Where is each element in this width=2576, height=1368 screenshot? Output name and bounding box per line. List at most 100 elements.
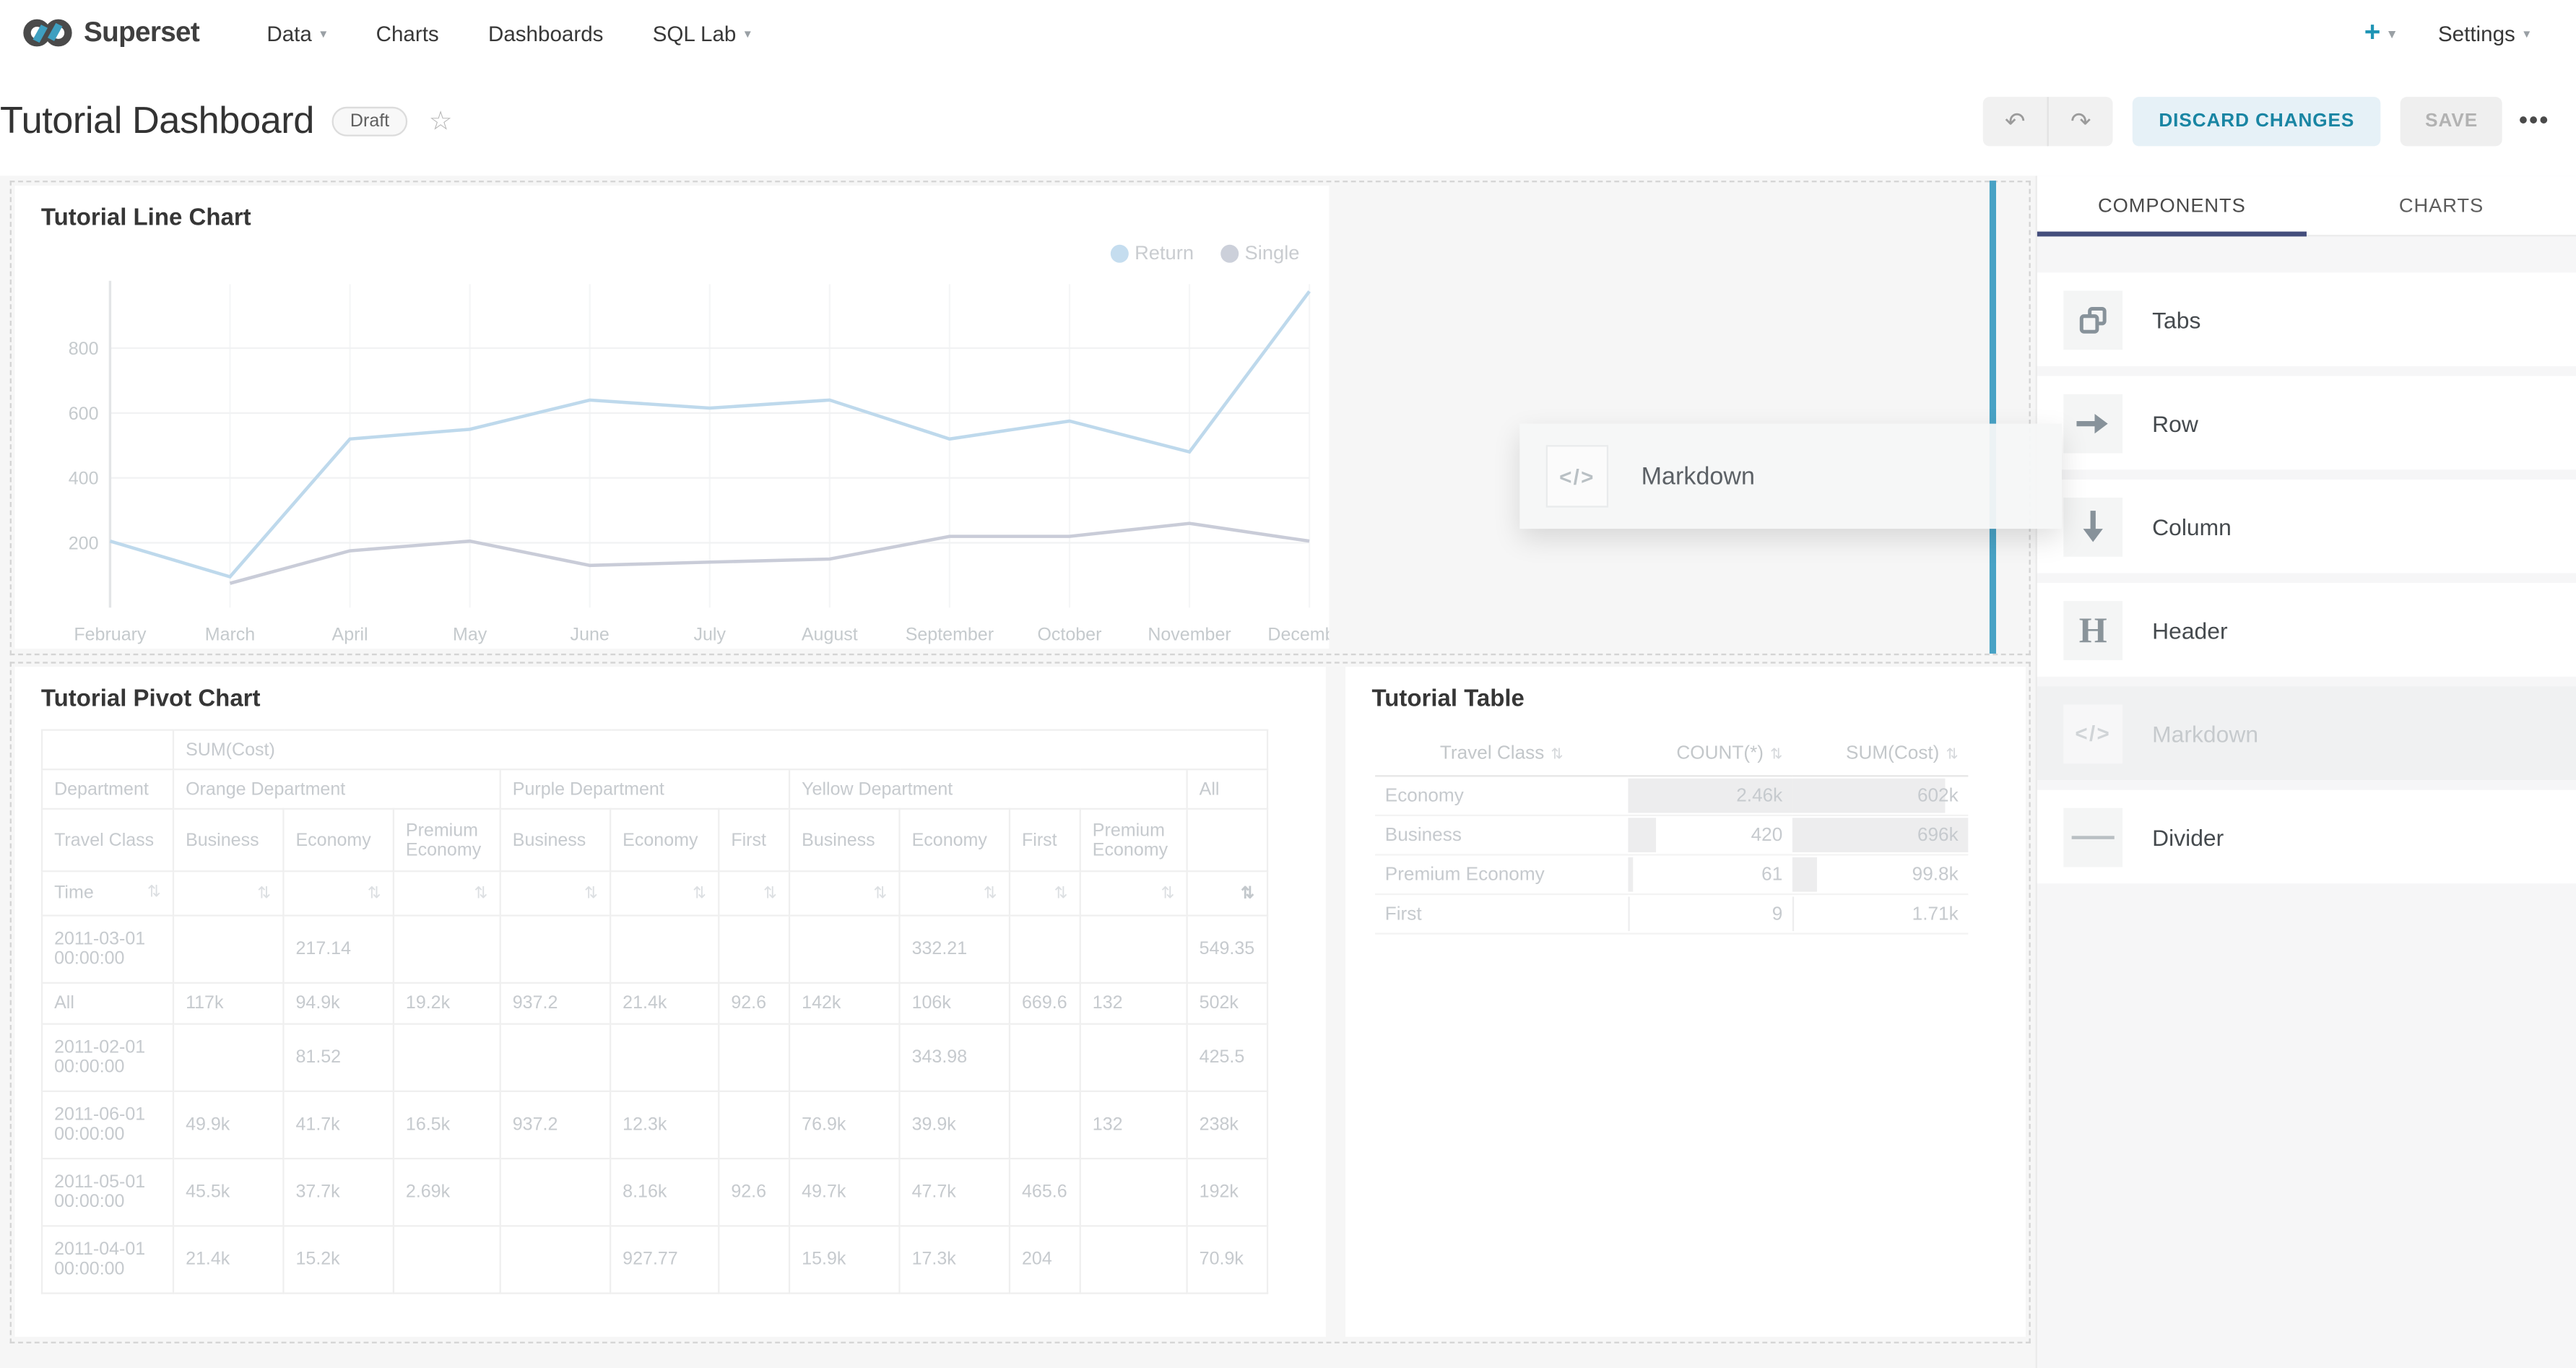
column-sort-cell[interactable]: ⇅ — [173, 871, 283, 915]
redo-button[interactable]: ↷ — [2049, 96, 2113, 145]
component-item-column[interactable]: Column — [2037, 480, 2576, 573]
pivot-cell: 19.2k — [394, 983, 500, 1024]
pivot-cell — [1010, 916, 1080, 983]
chevron-down-icon: ▾ — [745, 25, 751, 40]
pivot-cell: 192k — [1187, 1159, 1267, 1226]
component-item-row[interactable]: Row — [2037, 376, 2576, 470]
divider-icon — [2063, 808, 2122, 867]
column-sort-cell[interactable]: ⇅ — [1010, 871, 1080, 915]
time-sort-header[interactable]: Time⇅ — [42, 871, 173, 915]
component-item-markdown: </>Markdown — [2037, 686, 2576, 780]
pivot-cell: 238k — [1187, 1091, 1267, 1159]
travel-class-header: First — [719, 809, 789, 871]
table-row: Economy2.46k602k — [1375, 776, 1968, 815]
table-cell: Premium Economy — [1375, 854, 1628, 894]
pivot-cell — [1080, 1024, 1187, 1091]
undo-redo-group: ↶ ↷ — [1983, 96, 2113, 145]
travel-class-header: Premium Economy — [394, 809, 500, 871]
builder-panel-tabs: COMPONENTSCHARTS — [2037, 176, 2576, 236]
line-chart-plot: 200400600800FebruaryMarchAprilMayJuneJul… — [61, 261, 1309, 649]
undo-button[interactable]: ↶ — [1983, 96, 2049, 145]
pivot-cell — [610, 916, 719, 983]
svg-text:400: 400 — [69, 469, 99, 489]
pivot-cell: 45.5k — [173, 1159, 283, 1226]
nav-item-sql-lab[interactable]: SQL Lab▾ — [628, 20, 776, 45]
tab-charts[interactable]: CHARTS — [2307, 176, 2576, 235]
pivot-cell: 92.6 — [719, 1159, 789, 1226]
navbar-right: + ▾ Settings ▾ — [2364, 17, 2531, 49]
pivot-cell: 47.7k — [900, 1159, 1010, 1226]
sort-icon: ⇅ — [147, 883, 161, 901]
new-item-button[interactable]: + ▾ — [2364, 17, 2395, 49]
component-item-header[interactable]: HHeader — [2037, 583, 2576, 677]
superset-logo[interactable]: Superset — [23, 17, 199, 49]
component-item-label: Divider — [2152, 823, 2224, 849]
more-options-icon[interactable]: ••• — [2519, 107, 2550, 135]
drag-ghost-markdown[interactable]: </> Markdown — [1519, 424, 2062, 529]
tab-components[interactable]: COMPONENTS — [2037, 176, 2307, 235]
column-sort-cell[interactable]: ⇅ — [283, 871, 393, 915]
favorite-star-icon[interactable]: ☆ — [429, 104, 453, 137]
pivot-cell: 217.14 — [283, 916, 393, 983]
save-button[interactable]: SAVE — [2401, 96, 2502, 145]
department-header: Yellow Department — [789, 769, 1187, 809]
component-item-divider[interactable]: Divider — [2037, 790, 2576, 884]
column-sort-cell[interactable]: ⇅ — [789, 871, 899, 915]
column-sort-cell[interactable]: ⇅ — [610, 871, 719, 915]
pivot-cell — [173, 1024, 283, 1091]
pivot-cell: 15.2k — [283, 1226, 393, 1293]
svg-text:July: July — [694, 625, 727, 645]
active-tab-underline — [2037, 232, 2307, 237]
pivot-cell — [1010, 1024, 1080, 1091]
pivot-cell: 937.2 — [500, 983, 610, 1024]
panel-spacer — [2037, 236, 2576, 272]
pivot-cell: 343.98 — [900, 1024, 1010, 1091]
all-sort-cell[interactable]: ⇅ — [1187, 871, 1267, 915]
pivot-row: 2011-05-01 00:00:0045.5k37.7k2.69k8.16k9… — [42, 1159, 1267, 1226]
pivot-cell: 15.9k — [789, 1226, 899, 1293]
component-list: Tabs Row Column HHeader</>Markdown Divider — [2037, 272, 2576, 883]
pivot-cell: 332.21 — [900, 916, 1010, 983]
row-label: 2011-06-01 00:00:00 — [42, 1091, 173, 1159]
pivot-cell — [394, 1226, 500, 1293]
pivot-cell — [789, 1024, 899, 1091]
cell-bar — [1628, 818, 1656, 852]
chevron-down-icon: ▾ — [2389, 25, 2395, 40]
row-label: 2011-04-01 00:00:00 — [42, 1226, 173, 1293]
superset-dashboard-editor: Superset Data▾ChartsDashboardsSQL Lab▾ +… — [0, 0, 2576, 1368]
undo-icon: ↶ — [2005, 106, 2026, 136]
dashboard-grid: Tutorial Line Chart ReturnSingle 2004006… — [0, 176, 2037, 1368]
pivot-cell: 94.9k — [283, 983, 393, 1024]
pivot-chart-card[interactable]: Tutorial Pivot Chart SUM(Cost)Department… — [14, 667, 1325, 1337]
pivot-cell: 117k — [173, 983, 283, 1024]
sort-icon: ⇅ — [474, 884, 488, 902]
column-sort-cell[interactable]: ⇅ — [500, 871, 610, 915]
column-sort-cell[interactable]: ⇅ — [900, 871, 1010, 915]
nav-item-dashboards[interactable]: Dashboards — [464, 20, 628, 45]
pivot-row: 2011-02-01 00:00:0081.52343.98425.5 — [42, 1024, 1267, 1091]
line-chart-card[interactable]: Tutorial Line Chart ReturnSingle 2004006… — [14, 186, 1329, 649]
discard-changes-button[interactable]: DISCARD CHANGES — [2133, 96, 2381, 145]
pivot-cell: 142k — [789, 983, 899, 1024]
pivot-table-grid: SUM(Cost)DepartmentOrange DepartmentPurp… — [41, 730, 1268, 1294]
nav-item-charts[interactable]: Charts — [351, 20, 463, 45]
chart-title: Tutorial Pivot Chart — [41, 686, 261, 712]
pivot-cell: 70.9k — [1187, 1226, 1267, 1293]
column-sort-cell[interactable]: ⇅ — [719, 871, 789, 915]
component-item-tabs[interactable]: Tabs — [2037, 272, 2576, 366]
table-column-header[interactable]: COUNT(*)⇅ — [1628, 732, 1792, 776]
tutorial-table: Travel Class⇅COUNT(*)⇅SUM(Cost)⇅Economy2… — [1375, 732, 1968, 935]
pivot-cell — [719, 1091, 789, 1159]
nav-item-data[interactable]: Data▾ — [242, 20, 351, 45]
svg-text:800: 800 — [69, 339, 99, 359]
column-sort-cell[interactable]: ⇅ — [394, 871, 500, 915]
component-item-label: Header — [2152, 617, 2227, 643]
top-navbar: Superset Data▾ChartsDashboardsSQL Lab▾ +… — [0, 0, 2576, 66]
table-column-header[interactable]: Travel Class⇅ — [1375, 732, 1628, 776]
table-chart-card[interactable]: Tutorial Table Travel Class⇅COUNT(*)⇅SUM… — [1345, 667, 2026, 1337]
pivot-row: All117k94.9k19.2k937.221.4k92.6142k106k6… — [42, 983, 1267, 1024]
settings-menu[interactable]: Settings ▾ — [2438, 20, 2530, 45]
column-sort-cell[interactable]: ⇅ — [1080, 871, 1187, 915]
svg-text:August: August — [802, 625, 858, 645]
table-column-header[interactable]: SUM(Cost)⇅ — [1792, 732, 1968, 776]
